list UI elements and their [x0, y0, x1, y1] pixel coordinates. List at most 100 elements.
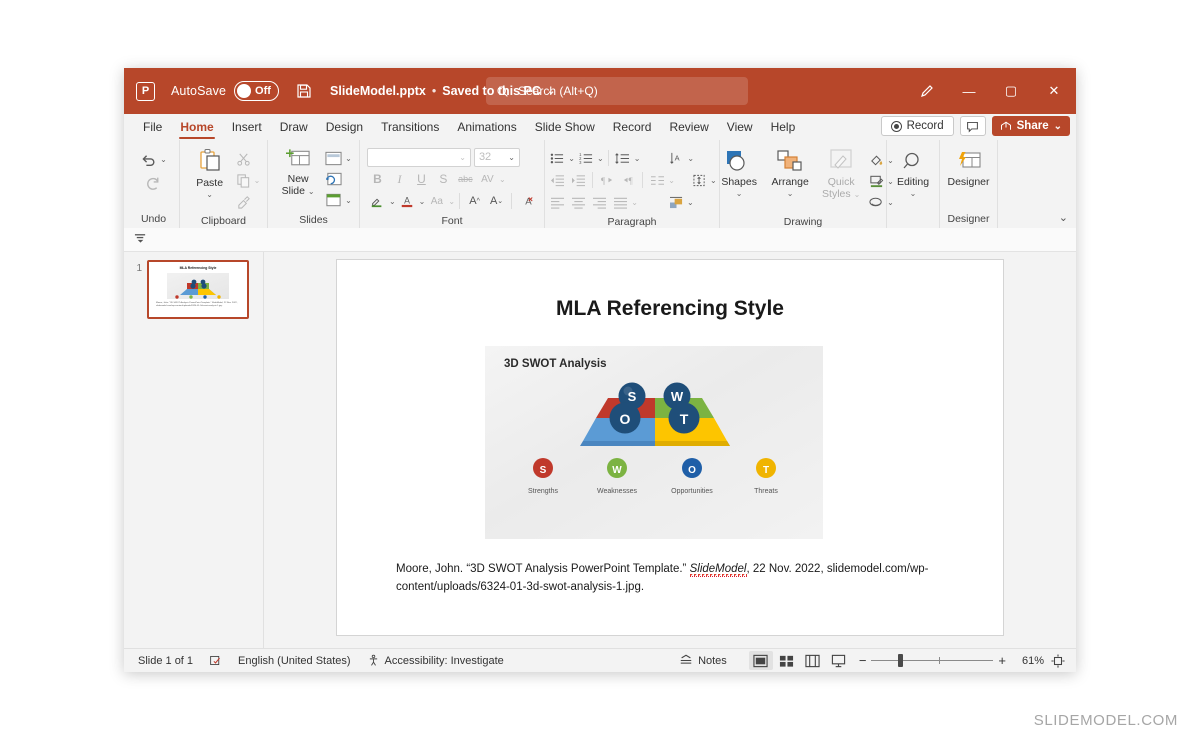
- maximize-button[interactable]: ▢: [990, 68, 1032, 114]
- zoom-slider[interactable]: − +: [859, 653, 1006, 668]
- tab-review[interactable]: Review: [660, 114, 717, 140]
- paste-button[interactable]: Paste ⌄: [187, 146, 233, 201]
- comments-button[interactable]: [959, 116, 986, 136]
- slide-thumbnail-pane[interactable]: 1 MLA Referencing Style Moore, John. “3D…: [124, 252, 264, 648]
- redo-button[interactable]: [145, 173, 162, 193]
- spellcheck-icon[interactable]: [201, 654, 230, 667]
- new-slide-button[interactable]: New Slide ⌄: [275, 146, 321, 198]
- quick-styles-chevron-down-icon[interactable]: ⌄: [854, 190, 861, 199]
- accessibility-status[interactable]: Accessibility: Investigate: [359, 654, 512, 667]
- bullets-icon[interactable]: [547, 149, 567, 168]
- designer-button[interactable]: Designer: [946, 149, 992, 188]
- quick-access-dropdown-icon[interactable]: [134, 231, 147, 249]
- paste-chevron-down-icon[interactable]: ⌄: [206, 189, 213, 201]
- clear-formatting-icon[interactable]: A: [516, 192, 537, 211]
- change-case-button[interactable]: Aa: [426, 192, 447, 211]
- zoom-out-button[interactable]: −: [859, 653, 867, 668]
- normal-view-button[interactable]: [748, 651, 773, 670]
- layout-chevron-down-icon[interactable]: ⌄: [345, 154, 352, 163]
- quick-styles-button[interactable]: Quick Styles ⌄: [818, 147, 864, 201]
- zoom-handle[interactable]: [898, 654, 904, 667]
- copy-chevron-down-icon[interactable]: ⌄: [254, 176, 261, 185]
- slide-counter[interactable]: Slide 1 of 1: [130, 655, 201, 667]
- italic-button[interactable]: I: [389, 170, 410, 189]
- minimize-button[interactable]: —: [948, 68, 990, 114]
- slide-citation-text[interactable]: Moore, John. “3D SWOT Analysis PowerPoin…: [396, 560, 963, 596]
- record-button[interactable]: Record: [880, 116, 954, 136]
- search-input[interactable]: Search (Alt+Q): [486, 77, 748, 105]
- copy-button[interactable]: ⌄: [236, 170, 261, 190]
- highlight-chevron-down-icon[interactable]: ⌄: [389, 197, 396, 206]
- ribbon-collapse-chevron-down-icon[interactable]: ⌄: [1059, 211, 1068, 224]
- align-center-icon[interactable]: [568, 193, 588, 212]
- character-spacing-chevron-down-icon[interactable]: ⌄: [499, 175, 506, 184]
- shapes-chevron-down-icon[interactable]: ⌄: [736, 188, 743, 200]
- save-icon[interactable]: [295, 83, 312, 100]
- decrease-indent-icon[interactable]: [547, 171, 567, 190]
- smartart-chevron-down-icon[interactable]: ⌄: [687, 198, 694, 207]
- align-right-icon[interactable]: [589, 193, 609, 212]
- right-to-left-icon[interactable]: ¶: [618, 171, 638, 190]
- tab-view[interactable]: View: [718, 114, 762, 140]
- slide-title[interactable]: MLA Referencing Style: [337, 297, 1003, 321]
- zoom-level-label[interactable]: 61%: [1014, 655, 1044, 667]
- share-button[interactable]: Share ⌄: [991, 116, 1070, 136]
- left-to-right-icon[interactable]: ¶: [597, 171, 617, 190]
- slideshow-view-button[interactable]: [827, 651, 851, 670]
- slide-canvas[interactable]: MLA Referencing Style 3D SWOT Analysis S…: [336, 259, 1004, 636]
- text-shadow-button[interactable]: S: [433, 170, 454, 189]
- share-chevron-down-icon[interactable]: ⌄: [1054, 121, 1062, 132]
- slide-sorter-view-button[interactable]: [775, 651, 799, 670]
- columns-icon[interactable]: [647, 171, 667, 190]
- tab-record[interactable]: Record: [604, 114, 661, 140]
- arrange-chevron-down-icon[interactable]: ⌄: [787, 188, 794, 200]
- bold-button[interactable]: B: [367, 170, 388, 189]
- tab-file[interactable]: File: [134, 114, 171, 140]
- underline-button[interactable]: U: [411, 170, 432, 189]
- reset-button[interactable]: [325, 169, 352, 189]
- justify-chevron-down-icon[interactable]: ⌄: [631, 198, 638, 207]
- font-size-chevron-down-icon[interactable]: ⌄: [508, 153, 515, 162]
- zoom-in-button[interactable]: +: [998, 653, 1006, 668]
- tab-design[interactable]: Design: [317, 114, 372, 140]
- font-name-chevron-down-icon[interactable]: ⌄: [459, 153, 466, 162]
- language-label[interactable]: English (United States): [230, 655, 359, 667]
- pen-icon[interactable]: [906, 68, 948, 114]
- decrease-font-size-button[interactable]: A ⌄: [486, 192, 507, 211]
- format-painter-button[interactable]: [236, 191, 261, 211]
- section-chevron-down-icon[interactable]: ⌄: [345, 196, 352, 205]
- shapes-button[interactable]: Shapes ⌄: [716, 147, 762, 200]
- swot-diagram-image[interactable]: 3D SWOT Analysis S W O T S W O T Strengt…: [485, 346, 823, 539]
- section-button[interactable]: ⌄: [325, 190, 352, 210]
- arrange-button[interactable]: Arrange ⌄: [767, 147, 813, 200]
- editing-button[interactable]: Editing ⌄: [890, 149, 936, 200]
- editing-chevron-down-icon[interactable]: ⌄: [910, 188, 917, 200]
- line-spacing-chevron-down-icon[interactable]: ⌄: [634, 154, 641, 163]
- text-highlight-icon[interactable]: [367, 192, 388, 211]
- cut-button[interactable]: [236, 149, 261, 169]
- tab-home[interactable]: Home: [171, 114, 222, 140]
- change-case-chevron-down-icon[interactable]: ⌄: [448, 197, 455, 206]
- font-size-input[interactable]: 32 ⌄: [473, 147, 520, 167]
- tab-help[interactable]: Help: [762, 114, 805, 140]
- text-direction-icon[interactable]: A: [666, 149, 686, 168]
- columns-chevron-down-icon[interactable]: ⌄: [668, 176, 675, 185]
- layout-button[interactable]: ⌄: [325, 148, 352, 168]
- reading-view-button[interactable]: [801, 651, 825, 670]
- increase-font-size-button[interactable]: A ^: [464, 192, 485, 211]
- align-left-icon[interactable]: [547, 193, 567, 212]
- numbering-chevron-down-icon[interactable]: ⌄: [597, 154, 604, 163]
- close-button[interactable]: ✕: [1032, 68, 1076, 114]
- tab-draw[interactable]: Draw: [271, 114, 317, 140]
- undo-button[interactable]: ⌄: [140, 149, 167, 169]
- justify-icon[interactable]: [610, 193, 630, 212]
- tab-slide-show[interactable]: Slide Show: [526, 114, 604, 140]
- bullets-chevron-down-icon[interactable]: ⌄: [568, 154, 575, 163]
- tab-transitions[interactable]: Transitions: [372, 114, 448, 140]
- new-slide-chevron-down-icon[interactable]: ⌄: [308, 187, 315, 196]
- character-spacing-button[interactable]: AV: [477, 170, 498, 189]
- font-color-chevron-down-icon[interactable]: ⌄: [419, 197, 426, 206]
- slide-thumbnail-1[interactable]: MLA Referencing Style Moore, John. “3D S…: [147, 260, 249, 319]
- tab-insert[interactable]: Insert: [223, 114, 271, 140]
- strikethrough-button[interactable]: abc: [455, 170, 476, 189]
